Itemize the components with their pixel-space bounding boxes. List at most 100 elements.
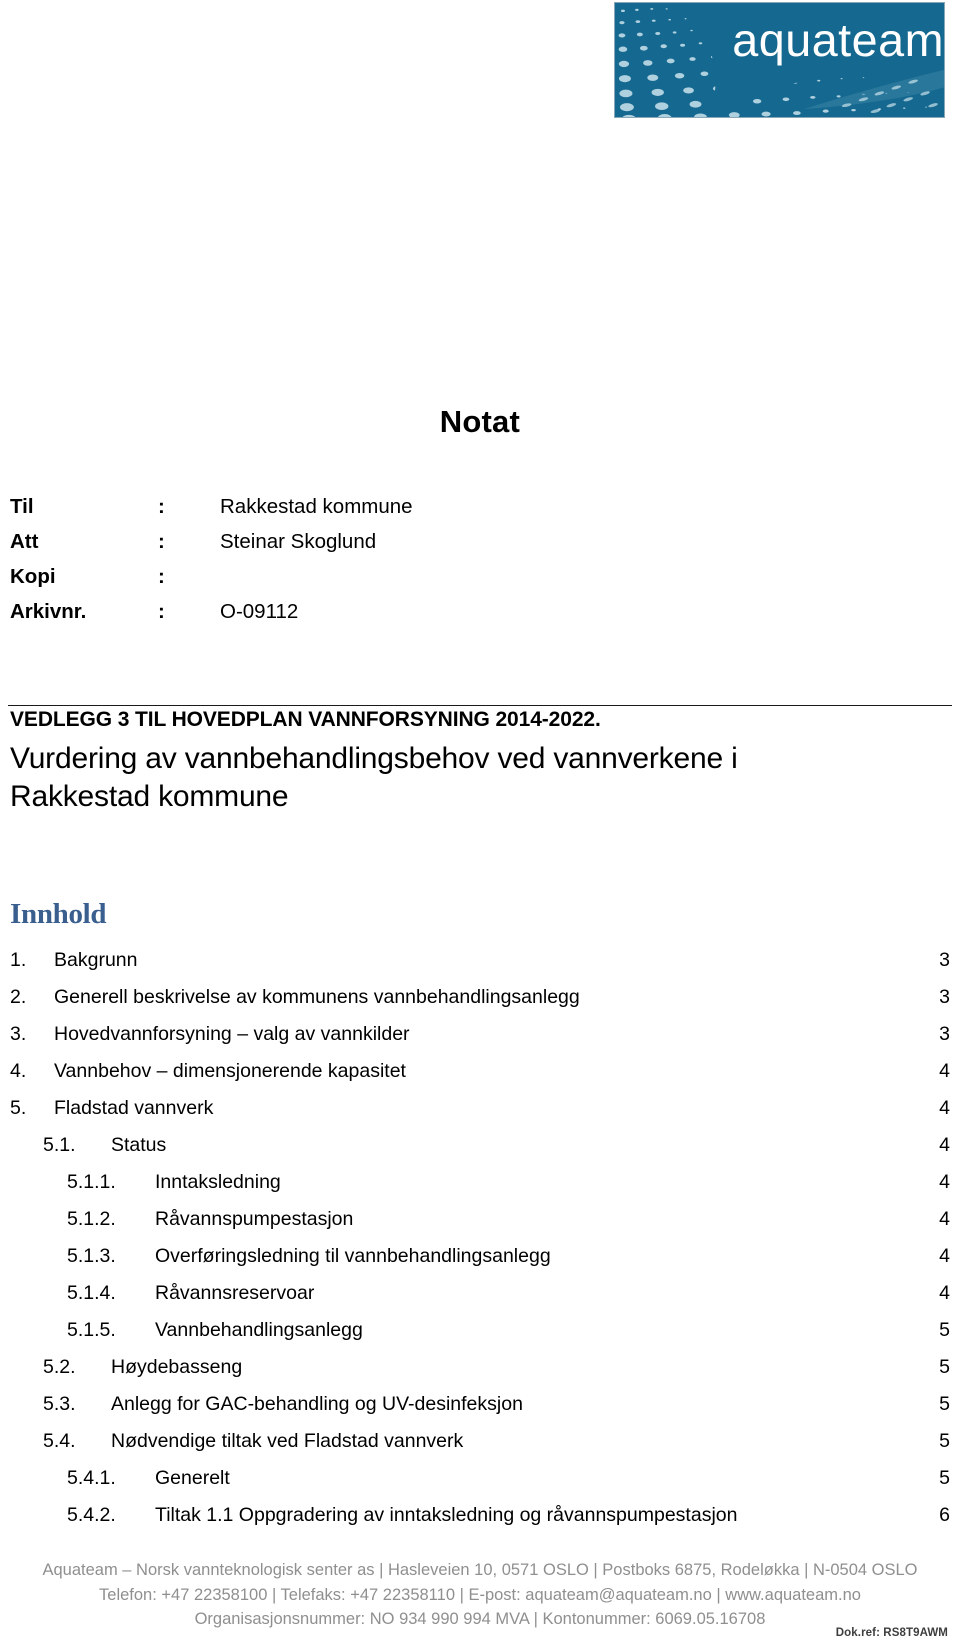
- toc-entry-number: 5.1.: [43, 1134, 76, 1156]
- toc-entry-number: 5.1.2.: [67, 1208, 116, 1230]
- toc-leader-dots: [214, 1095, 922, 1115]
- footer-line-contact: Telefon: +47 22358100 | Telefaks: +47 22…: [99, 1585, 861, 1604]
- meta-label-att: Att: [10, 530, 39, 553]
- meta-separator-til: :: [158, 495, 165, 518]
- meta-value-kopi: [220, 559, 710, 594]
- toc-entry-page: 5: [939, 1467, 950, 1489]
- toc-entry-label: Fladstad vannverk: [54, 1097, 214, 1119]
- toc-entry-label: Generelt: [155, 1467, 230, 1489]
- toc-leader-dots: [243, 1354, 922, 1374]
- toc-leader-dots: [738, 1502, 922, 1522]
- toc-entry-page: 3: [939, 986, 950, 1008]
- toc-entry-page: 3: [939, 949, 950, 971]
- toc-entry-number: 4.: [10, 1060, 27, 1082]
- toc-entry-number: 5.2.: [43, 1356, 76, 1378]
- toc-entry-page: 5: [939, 1430, 950, 1452]
- toc-entry-page: 4: [939, 1097, 950, 1119]
- toc-entry-page: 4: [939, 1208, 950, 1230]
- meta-row-til: Til : Rakkestad kommune: [10, 489, 710, 524]
- toc-entry[interactable]: 5.1.4. Råvannsreservoar 4: [10, 1275, 950, 1312]
- document-subtitle: VEDLEGG 3 TIL HOVEDPLAN VANNFORSYNING 20…: [10, 708, 601, 731]
- document-reference: Dok.ref: RS8T9AWM: [835, 1627, 948, 1639]
- toc-entry-number: 5.: [10, 1097, 27, 1119]
- toc-entry[interactable]: 5.4.1. Generelt 5: [10, 1460, 950, 1497]
- toc-entry[interactable]: 5.1.5. Vannbehandlingsanlegg 5: [10, 1312, 950, 1349]
- toc-entry-page: 5: [939, 1393, 950, 1415]
- toc-entry-number: 5.4.2.: [67, 1504, 116, 1526]
- toc-entry-label: Generell beskrivelse av kommunens vannbe…: [54, 986, 580, 1008]
- toc-entry-label: Råvannspumpestasjon: [155, 1208, 354, 1230]
- page-title: Notat: [439, 404, 520, 439]
- toc-entry-number: 5.3.: [43, 1393, 76, 1415]
- toc-entry[interactable]: 1. Bakgrunn 3: [10, 942, 950, 979]
- meta-separator-arkivnr: :: [158, 600, 165, 623]
- footer-line-address: Aquateam – Norsk vannteknologisk senter …: [42, 1561, 918, 1579]
- toc-entry-number: 3.: [10, 1023, 27, 1045]
- toc-entry[interactable]: 5.1. Status 4: [10, 1127, 950, 1164]
- page-footer: Aquateam – Norsk vannteknologisk senter …: [0, 1558, 960, 1632]
- toc-entry-number: 5.4.: [43, 1430, 76, 1452]
- toc-entry-page: 4: [939, 1134, 950, 1156]
- toc-entry-label: Høydebasseng: [111, 1356, 243, 1378]
- toc-entry-number: 5.1.5.: [67, 1319, 116, 1341]
- toc-leader-dots: [552, 1243, 922, 1263]
- toc-leader-dots: [407, 1058, 922, 1078]
- toc-entry[interactable]: 5.1.3. Overføringsledning til vannbehandl…: [10, 1238, 950, 1275]
- toc-entry-number: 2.: [10, 986, 27, 1008]
- toc-entry-page: 4: [939, 1245, 950, 1267]
- toc-leader-dots: [231, 1465, 922, 1485]
- toc-entry-page: 5: [939, 1319, 950, 1341]
- toc-leader-dots: [411, 1021, 922, 1041]
- toc-entry-number: 5.1.3.: [67, 1245, 116, 1267]
- recipient-meta-table: Til : Rakkestad kommune Att : Steinar Sk…: [10, 489, 710, 629]
- meta-row-att: Att : Steinar Skoglund: [10, 524, 710, 559]
- toc-entry-label: Status: [111, 1134, 167, 1156]
- toc-entry-label: Anlegg for GAC-behandling og UV-desinfek…: [111, 1393, 523, 1415]
- toc-leader-dots: [282, 1169, 922, 1189]
- toc-entry-label: Tiltak 1.1 Oppgradering av inntakslednin…: [155, 1504, 738, 1526]
- aquateam-logo: aquateam: [614, 2, 945, 118]
- toc-entry-number: 5.1.1.: [67, 1171, 116, 1193]
- toc-entry[interactable]: 2. Generell beskrivelse av kommunens vann…: [10, 979, 950, 1016]
- toc-entry-page: 4: [939, 1060, 950, 1082]
- toc-entry-page: 6: [939, 1504, 950, 1526]
- toc-entry-page: 3: [939, 1023, 950, 1045]
- toc-entry[interactable]: 5.1.2. Råvannspumpestasjon 4: [10, 1201, 950, 1238]
- toc-entry-number: 1.: [10, 949, 27, 971]
- toc-heading: Innhold: [10, 898, 107, 930]
- logo-wordmark: aquateam: [732, 14, 944, 66]
- meta-row-arkivnr: Arkivnr. : O-09112: [10, 594, 710, 629]
- toc-leader-dots: [524, 1391, 922, 1411]
- toc-entry-label: Vannbehov – dimensjonerende kapasitet: [54, 1060, 406, 1082]
- toc-entry-number: 5.4.1.: [67, 1467, 116, 1489]
- toc-entry[interactable]: 5.3. Anlegg for GAC-behandling og UV-desi…: [10, 1386, 950, 1423]
- toc-entry-number: 5.1.4.: [67, 1282, 116, 1304]
- toc-leader-dots: [581, 984, 922, 1004]
- toc-entry-page: 4: [939, 1282, 950, 1304]
- table-of-contents: 1. Bakgrunn 3 2. Generell beskrivelse av kom…: [10, 942, 950, 1534]
- toc-entry[interactable]: 5. Fladstad vannverk 4: [10, 1090, 950, 1127]
- toc-entry-label: Bakgrunn: [54, 949, 138, 971]
- document-heading: Vurdering av vannbehandlingsbehov ved va…: [10, 742, 738, 813]
- footer-line-org: Organisasjonsnummer: NO 934 990 994 MVA …: [194, 1610, 766, 1628]
- meta-label-kopi: Kopi: [10, 565, 56, 588]
- meta-label-arkivnr: Arkivnr.: [10, 600, 87, 623]
- toc-leader-dots: [364, 1317, 922, 1337]
- toc-entry-label: Inntaksledning: [155, 1171, 281, 1193]
- toc-entry[interactable]: 3. Hovedvannforsyning – valg av vannkilde…: [10, 1016, 950, 1053]
- toc-leader-dots: [354, 1206, 922, 1226]
- toc-entry-label: Råvannsreservoar: [155, 1282, 315, 1304]
- logo-artwork: aquateam: [615, 3, 944, 117]
- toc-entry-label: Overføringsledning til vannbehandlingsan…: [155, 1245, 551, 1267]
- toc-entry[interactable]: 5.4.2. Tiltak 1.1 Oppgradering av inntaks…: [10, 1497, 950, 1534]
- toc-entry-label: Hovedvannforsyning – valg av vannkilder: [54, 1023, 410, 1045]
- toc-leader-dots: [464, 1428, 922, 1448]
- toc-entry[interactable]: 5.1.1. Inntaksledning 4: [10, 1164, 950, 1201]
- meta-separator-att: :: [158, 530, 165, 553]
- meta-row-kopi: Kopi :: [10, 559, 710, 594]
- meta-separator-kopi: :: [158, 565, 165, 588]
- toc-leader-dots: [315, 1280, 922, 1300]
- toc-entry[interactable]: 4. Vannbehov – dimensjonerende kapasitet 4: [10, 1053, 950, 1090]
- toc-entry[interactable]: 5.4. Nødvendige tiltak ved Fladstad vannv…: [10, 1423, 950, 1460]
- toc-entry[interactable]: 5.2. Høydebasseng 5: [10, 1349, 950, 1386]
